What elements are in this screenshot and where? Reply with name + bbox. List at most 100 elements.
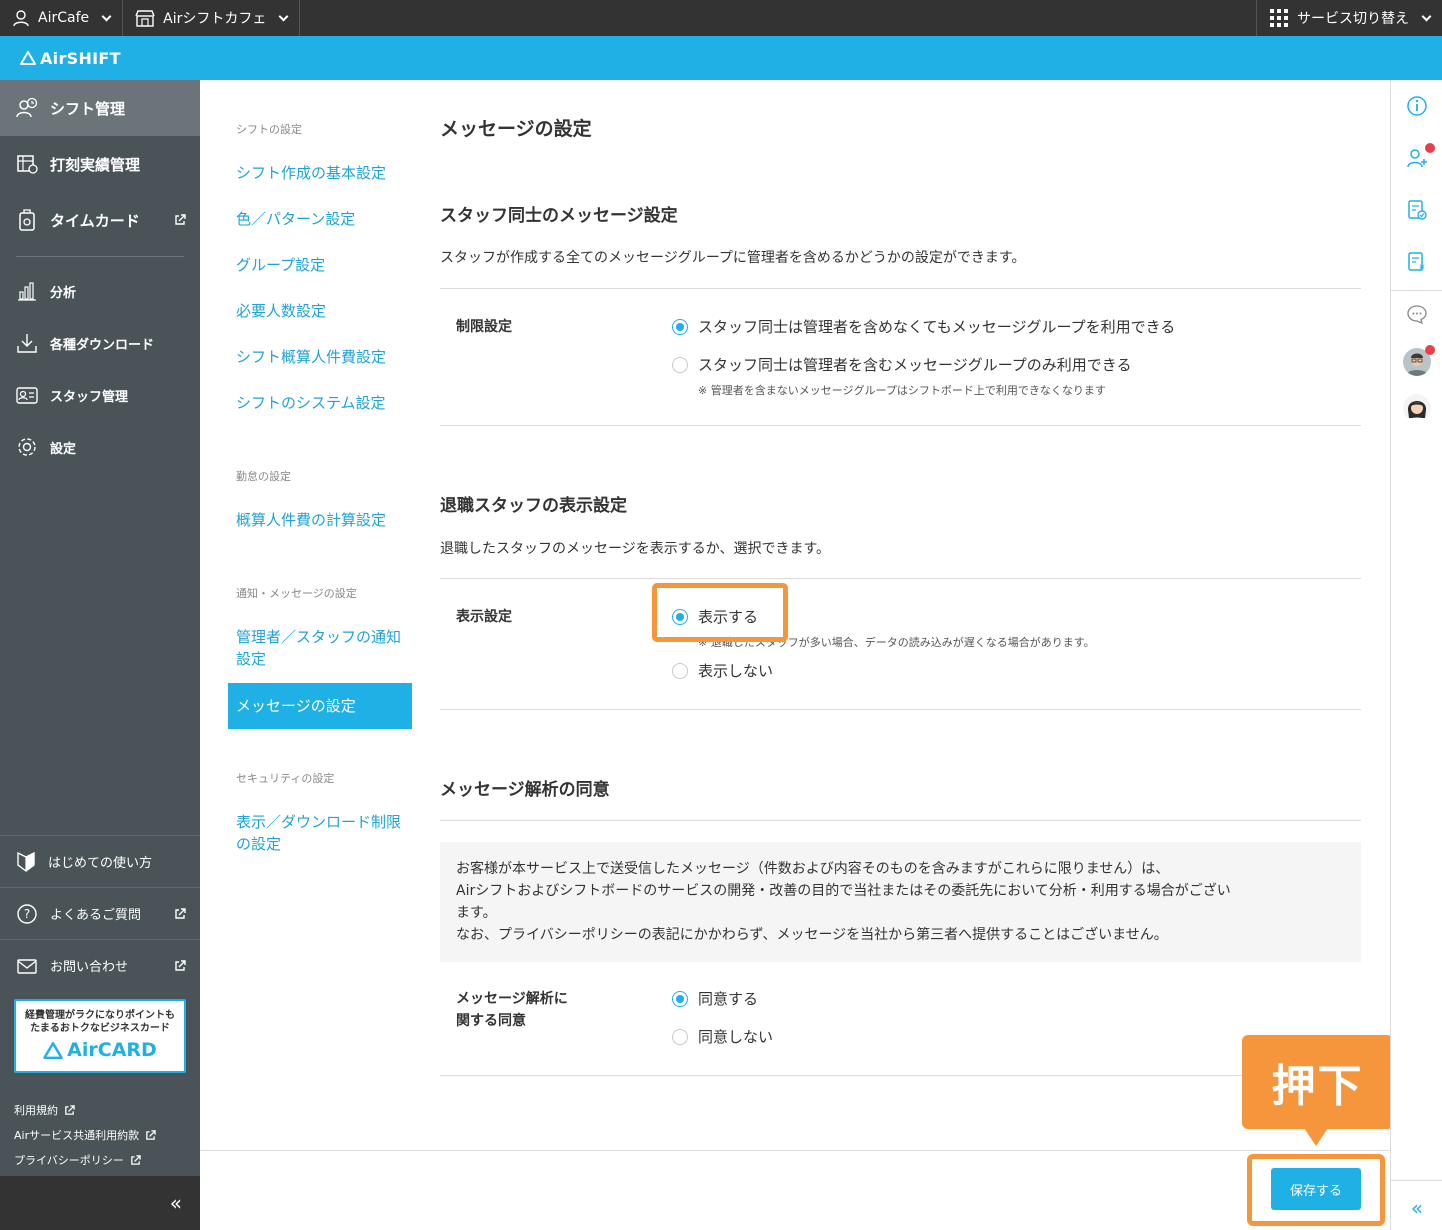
air-logo-icon (43, 1041, 63, 1059)
rail-collapse-button[interactable]: « (1391, 1186, 1442, 1230)
sidebar-item-shift[interactable]: シフト管理 (0, 80, 200, 136)
service-switch-button[interactable]: サービス切り替え (1256, 0, 1442, 36)
restriction-note: ※ 管理者を含まないメッセージグループはシフトボード上で利用できなくなります (698, 384, 1106, 397)
chat-icon[interactable] (1405, 302, 1429, 326)
radio-require-admin[interactable]: スタッフ同士は管理者を含むメッセージグループのみ利用できる (672, 354, 1132, 375)
download-icon (17, 334, 37, 353)
restriction-label: 制限設定 (456, 319, 512, 335)
sidebar-item-getting-started[interactable]: はじめての使い方 (0, 835, 200, 887)
radio-agree[interactable]: 同意する (672, 988, 758, 1009)
radio-allow-without-admin[interactable]: スタッフ同士は管理者を含めなくてもメッセージグループを利用できる (672, 316, 1175, 337)
radio-disagree[interactable]: 同意しない (672, 1026, 773, 1047)
sidebar-item-settings[interactable]: 設定 (0, 421, 200, 473)
sidebar-item-contact[interactable]: お問い合わせ (0, 939, 200, 991)
document-check-icon[interactable] (1405, 198, 1429, 222)
subnav-heading: 通知・メッセージの設定 (236, 587, 357, 600)
right-rail: ¥ « (1390, 80, 1442, 1230)
sidebar-collapse-button[interactable]: « (0, 1176, 200, 1230)
radio-label: スタッフ同士は管理者を含むメッセージグループのみ利用できる (698, 356, 1132, 374)
sidebar-item-faq[interactable]: ? よくあるご質問 (0, 887, 200, 939)
subnav-link-message[interactable]: メッセージの設定 (228, 683, 412, 729)
radio-hide-retired[interactable]: 表示しない (672, 660, 773, 681)
consent-text-line: お客様が本サービス上で送受信したメッセージ（件数および内容そのものを含みますがこ… (456, 861, 1170, 877)
external-link-icon (175, 214, 186, 225)
sidebar-item-timecard[interactable]: タイムカード (0, 192, 200, 248)
radio-button[interactable] (672, 662, 688, 679)
save-button[interactable]: 保存する (1271, 1168, 1361, 1210)
consent-text-line: なお、プライバシーポリシーの表記にかかわらず、メッセージを当社から第三者へ提供す… (456, 927, 1168, 943)
question-icon: ? (17, 903, 37, 924)
document-cost-icon[interactable]: ¥ (1405, 250, 1429, 274)
shift-icon (16, 97, 38, 118)
subnav-link-notification[interactable]: 管理者／スタッフの通知設定 (228, 626, 412, 670)
radio-label: 同意しない (698, 1028, 774, 1046)
display-setting-label: 表示設定 (456, 609, 512, 625)
legal-links: 利用規約 Airサービス共通利用約款 プライバシーポリシー (14, 1098, 156, 1173)
subnav-link-color-pattern[interactable]: 色／パターン設定 (228, 208, 363, 230)
section-desc-retired-staff: 退職したスタッフのメッセージを表示するか、選択できます。 (440, 541, 831, 557)
page-title: メッセージの設定 (440, 118, 592, 140)
radio-button[interactable] (672, 1028, 688, 1045)
subnav-link-group[interactable]: グループ設定 (228, 254, 333, 276)
subnav-heading: セキュリティの設定 (236, 772, 335, 785)
left-sidebar: シフト管理 打刻実績管理 タイムカード 分析 各種ダウンロード スタッフ管理 設… (0, 80, 200, 1230)
radio-label: 同意する (698, 990, 759, 1008)
radio-button[interactable] (672, 356, 688, 373)
sidebar-item-label: 設定 (50, 441, 77, 457)
common-terms-link[interactable]: Airサービス共通利用約款 (14, 1123, 156, 1148)
divider (440, 1075, 1361, 1076)
mail-icon (17, 958, 37, 974)
avatar-woman-icon (1403, 394, 1431, 422)
consent-text-box: お客様が本サービス上で送受信したメッセージ（件数および内容そのものを含みますがこ… (440, 842, 1361, 962)
chevron-down-icon (101, 11, 112, 21)
divider (440, 288, 1361, 289)
svg-text:?: ? (24, 907, 30, 921)
sidebar-item-label: 各種ダウンロード (50, 337, 155, 353)
avatar[interactable] (1403, 394, 1431, 422)
sidebar-item-label: お問い合わせ (50, 960, 129, 975)
subnav-link-system[interactable]: シフトのシステム設定 (228, 392, 394, 414)
divider (440, 820, 1361, 821)
subnav-link-required-staff[interactable]: 必要人数設定 (228, 300, 334, 322)
sidebar-item-staff[interactable]: スタッフ管理 (0, 369, 200, 421)
aircard-text-line1: 経費管理がラクになりポイントも (25, 1010, 175, 1021)
consent-text-line: ます。 (456, 905, 497, 921)
sidebar-item-label: はじめての使い方 (48, 856, 153, 871)
sidebar-bottom: はじめての使い方 ? よくあるご質問 お問い合わせ (0, 835, 200, 991)
external-link-icon (65, 1105, 75, 1115)
external-link-icon (175, 907, 186, 919)
subnav-link-security[interactable]: 表示／ダウンロード制限の設定 (228, 811, 412, 855)
store-switcher[interactable]: Airシフトカフェ (123, 0, 301, 36)
highlight-box (652, 583, 788, 642)
section-title-staff-message: スタッフ同士のメッセージ設定 (440, 206, 678, 226)
brand-logo[interactable]: AirSHIFT (20, 49, 121, 68)
air-logo-icon (20, 51, 36, 65)
staff-card-icon (16, 387, 38, 404)
subnav-link-labor-cost[interactable]: シフト概算人件費設定 (228, 346, 394, 368)
external-link-icon (130, 1155, 141, 1165)
sidebar-item-analysis[interactable]: 分析 (0, 265, 200, 317)
subnav-link-cost-calc[interactable]: 概算人件費の計算設定 (228, 509, 394, 531)
sidebar-divider (16, 256, 184, 257)
terms-link[interactable]: 利用規約 (14, 1098, 156, 1123)
grid-icon (1270, 9, 1288, 27)
sidebar-item-download[interactable]: 各種ダウンロード (0, 317, 200, 369)
info-icon[interactable] (1405, 94, 1429, 118)
notification-badge (1425, 345, 1435, 355)
chevron-down-icon (1421, 11, 1432, 21)
subnav-link-shift-basic[interactable]: シフト作成の基本設定 (228, 162, 394, 184)
radio-button-selected[interactable] (672, 990, 688, 1007)
sidebar-item-label: 分析 (50, 285, 77, 301)
privacy-policy-link[interactable]: プライバシーポリシー (14, 1148, 156, 1173)
double-chevron-left-icon: « (1410, 1196, 1424, 1220)
sidebar-item-timesheet[interactable]: 打刻実績管理 (0, 136, 200, 192)
divider (440, 425, 1361, 426)
section-title-retired-staff: 退職スタッフの表示設定 (440, 496, 627, 516)
sidebar-item-label: よくあるご質問 (50, 908, 142, 923)
service-switch-label: サービス切り替え (1297, 11, 1409, 27)
divider (440, 709, 1361, 710)
account-switcher[interactable]: AirCafe (0, 0, 124, 36)
aircard-banner[interactable]: 経費管理がラクになりポイントも たまるおトクなビジネスカード AirCARD (14, 999, 186, 1073)
external-link-icon (146, 1130, 156, 1140)
radio-button-selected[interactable] (672, 318, 688, 335)
